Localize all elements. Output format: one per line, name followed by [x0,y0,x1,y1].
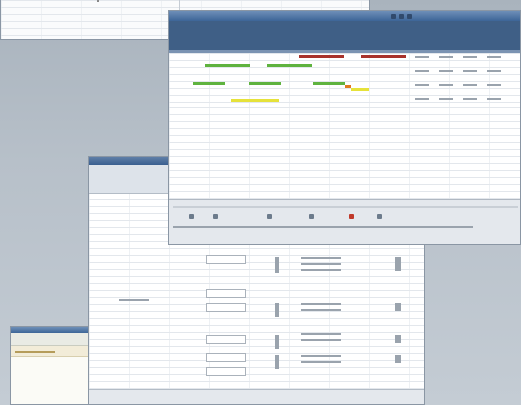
toolbar-icon-3[interactable] [407,14,412,19]
value-cell [487,70,501,72]
gantt-chart-area [169,53,409,107]
value-cell [487,84,501,86]
field-box[interactable] [206,367,246,376]
gantt-bar-green-5[interactable] [313,82,345,85]
footer-icon-3[interactable] [267,214,272,219]
gantt-bar-red-1[interactable] [299,55,344,58]
field-box[interactable] [206,289,246,298]
gantt-bar-yellow-2[interactable] [231,99,279,102]
footer-icon-red[interactable] [349,214,354,219]
list-item-text [301,361,341,363]
footer-row-1 [173,206,518,208]
value-cell [439,56,453,58]
gantt-bar-red-2[interactable] [361,55,406,58]
titlebar [169,11,520,21]
value-cell [415,98,429,100]
toolbar-icon-1[interactable] [391,14,396,19]
value-cell [439,84,453,86]
field-box[interactable] [206,353,246,362]
list-item-text [301,333,341,335]
field-box[interactable] [206,255,246,264]
small-marker-icon [97,0,99,2]
gantt-bar-green-3[interactable] [193,82,225,85]
footer-toolbar [169,199,520,244]
value-cell [463,84,477,86]
field-box[interactable] [206,303,246,312]
value-cell [439,98,453,100]
footer-icon-2[interactable] [213,214,218,219]
footer-icon-4[interactable] [309,214,314,219]
list-toolbar [89,165,171,194]
gantt-bar-yellow-1[interactable] [351,88,369,91]
count-cell [395,335,401,343]
gantt-window [168,10,521,245]
value-cell [463,70,477,72]
small-toolbar [11,333,89,346]
list-item-text [301,303,341,305]
list-statusbar [89,389,424,404]
list-item-text [301,309,341,311]
group-label [119,299,149,301]
checkbox-column-mark[interactable] [275,335,279,349]
value-cell [487,56,501,58]
value-cell [463,98,477,100]
small-window [10,326,90,405]
checkbox-column-mark[interactable] [275,303,279,317]
footer-icon-1[interactable] [189,214,194,219]
list-item-text [301,257,341,259]
value-cell [439,70,453,72]
value-cell [487,98,501,100]
small-tab-label[interactable] [15,351,55,353]
list-item-text [301,263,341,265]
value-cell [463,56,477,58]
gantt-bar-green-2[interactable] [267,64,312,67]
count-cell [395,303,401,311]
gantt-bar-green-1[interactable] [205,64,250,67]
checkbox-column-mark[interactable] [275,355,279,369]
footer-icon-5[interactable] [377,214,382,219]
values-table [409,53,520,107]
list-item-text [301,269,341,271]
footer-label-strip [173,226,473,228]
count-cell [395,355,401,363]
list-titlebar [89,157,171,165]
list-item-text [301,355,341,357]
value-cell [415,84,429,86]
gantt-bar-green-4[interactable] [249,82,281,85]
count-cell [395,257,401,271]
value-cell [415,70,429,72]
checkbox-column-mark[interactable] [275,257,279,273]
value-cell [415,56,429,58]
small-tab-strip [11,346,89,357]
gantt-empty-area [169,107,520,199]
toolbar-icon-2[interactable] [399,14,404,19]
list-item-text [301,339,341,341]
header-strip [169,21,520,53]
field-box[interactable] [206,335,246,344]
